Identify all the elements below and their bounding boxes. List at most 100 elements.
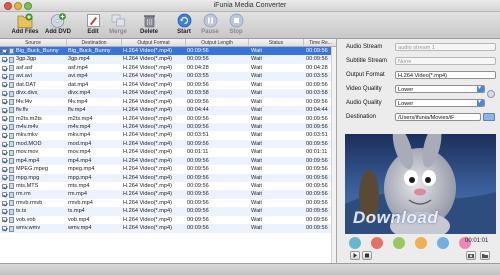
row-checkbox[interactable] xyxy=(2,99,7,105)
delete-button[interactable]: Delete xyxy=(137,13,161,38)
cell-output-format: H.264 Video(*.mp4) xyxy=(123,81,173,88)
table-scrollbar[interactable] xyxy=(331,47,336,263)
add-dvd-button[interactable]: Add DVD xyxy=(43,13,73,38)
table-row[interactable]: mod.MOD mod.mp4 H.264 Video(*.mp4) 00:09:56… xyxy=(0,139,336,149)
add-files-button[interactable]: Add Files xyxy=(10,13,40,38)
row-checkbox[interactable] xyxy=(2,133,7,139)
cell-source: ts.ts xyxy=(16,208,27,215)
destination-field[interactable]: /Users/ifunia/Movies/iF xyxy=(395,113,481,121)
playback-time: 00:01:01 xyxy=(465,238,489,244)
table-row[interactable]: m4v.m4v m4v.mp4 H.264 Video(*.mp4) 00:09:56… xyxy=(0,122,336,132)
column-header-status[interactable]: Status xyxy=(249,39,304,47)
pause-icon xyxy=(203,13,217,28)
cell-source: flv.flv xyxy=(16,107,29,114)
table-row[interactable]: rm.rm rm.mp4 H.264 Video(*.mp4) 00:09:56 Wai… xyxy=(0,190,336,199)
cell-source: mod.MOD xyxy=(16,140,42,147)
output-format-select[interactable]: H.264 Video(*.mp4) xyxy=(395,71,496,79)
table-row[interactable]: f4v.f4v f4v.mp4 H.264 Video(*.mp4) 00:09:56… xyxy=(0,98,336,106)
row-checkbox[interactable] xyxy=(2,217,7,223)
quality-settings-gear-icon[interactable] xyxy=(487,90,495,98)
pause-button[interactable]: Pause xyxy=(200,13,220,38)
cell-source: wmv.wmv xyxy=(16,225,41,232)
row-checkbox[interactable] xyxy=(2,192,7,198)
row-checkbox[interactable] xyxy=(2,175,7,181)
table-row[interactable]: asf.asf asf.mp4 H.264 Video(*.mp4) 00:04:28… xyxy=(0,64,336,72)
cell-source: vob.vob xyxy=(16,216,36,223)
row-checkbox[interactable] xyxy=(2,124,7,130)
cell-source: mov.mov xyxy=(16,149,39,156)
play-button[interactable] xyxy=(350,251,360,260)
cell-output-format: H.264 Video(*.mp4) xyxy=(123,199,173,206)
cell-status: Wait xyxy=(251,64,262,71)
row-checkbox[interactable] xyxy=(2,158,7,164)
cell-output-format: H.264 Video(*.mp4) xyxy=(123,64,173,71)
column-header-destination[interactable]: Destination xyxy=(67,39,122,47)
row-checkbox[interactable] xyxy=(2,183,7,189)
video-file-icon xyxy=(9,158,14,165)
audio-quality-select[interactable]: Lower xyxy=(395,98,485,107)
table-row[interactable]: dat.DAT dat.mp4 H.264 Video(*.mp4) 00:09:56… xyxy=(0,81,336,89)
folder-icon[interactable] xyxy=(483,113,495,121)
audio-stream-select[interactable]: audio stream 1 xyxy=(395,43,496,51)
row-checkbox[interactable] xyxy=(2,141,7,147)
table-row[interactable]: Big_Buck_Bunny Big_Buck_Bunny H.264 Video(… xyxy=(0,47,336,56)
row-checkbox[interactable] xyxy=(2,90,7,96)
table-row[interactable]: MPEG.mpeg mpeg.mp4 H.264 Video(*.mp4) 00:09… xyxy=(0,165,336,173)
cell-source: dat.DAT xyxy=(16,81,37,88)
column-header-output-length[interactable]: Output Length xyxy=(186,39,249,47)
cell-output-format: H.264 Video(*.mp4) xyxy=(123,90,173,97)
cell-output-length: 00:04:28 xyxy=(187,64,209,71)
row-checkbox[interactable] xyxy=(2,107,7,113)
table-row[interactable]: wmv.wmv wmv.mp4 H.264 Video(*.mp4) 00:09:56… xyxy=(0,224,336,233)
table-row[interactable]: mp4.mp4 mp4.mp4 H.264 Video(*.mp4) 00:09:56… xyxy=(0,156,336,166)
stop-preview-button[interactable] xyxy=(362,251,372,260)
table-row[interactable]: rmvb.rmvb rmvb.mp4 H.264 Video(*.mp4) 00:09… xyxy=(0,199,336,207)
column-header-source[interactable]: Source xyxy=(0,39,67,47)
cell-output-length: 00:09:56 xyxy=(187,183,209,189)
table-row[interactable]: 3gp.3gp 3gp.mp4 H.264 Video(*.mp4) 00:09:56… xyxy=(0,55,336,64)
row-checkbox[interactable] xyxy=(2,225,7,231)
cell-source: avi.avi xyxy=(16,73,32,80)
table-row[interactable]: m2ts.m2ts m2ts.mp4 H.264 Video(*.mp4) 00:09… xyxy=(0,115,336,123)
column-header-time-remaining[interactable]: Time Re... xyxy=(304,39,336,47)
cell-status: Wait xyxy=(251,73,262,80)
edit-button[interactable]: Edit xyxy=(83,13,103,38)
row-checkbox[interactable] xyxy=(2,48,7,54)
table-row[interactable]: avi.avi avi.mp4 H.264 Video(*.mp4) 00:03:55… xyxy=(0,72,336,81)
table-row[interactable]: divx.divx divx.mp4 H.264 Video(*.mp4) 00:03… xyxy=(0,89,336,98)
row-checkbox[interactable] xyxy=(2,116,7,122)
table-row[interactable]: mpg.mpg mpg.mp4 H.264 Video(*.mp4) 00:09:56… xyxy=(0,173,336,182)
table-row[interactable]: mts.MTS mts.mp4 H.264 Video(*.mp4) 00:09:56… xyxy=(0,182,336,190)
cell-status: Wait xyxy=(251,107,262,114)
row-checkbox[interactable] xyxy=(2,166,7,172)
merge-button[interactable]: Merge xyxy=(107,13,129,38)
table-row[interactable]: mkv.mkv mkv.mp4 H.264 Video(*.mp4) 00:03:51… xyxy=(0,131,336,139)
row-checkbox[interactable] xyxy=(2,200,7,206)
subtitle-stream-select[interactable]: None xyxy=(395,57,496,65)
table-row[interactable]: flv.flv flv.mp4 H.264 Video(*.mp4) 00:04:44… xyxy=(0,106,336,115)
table-row[interactable]: vob.vob vob.mp4 H.264 Video(*.mp4) 00:09:56… xyxy=(0,216,336,224)
row-checkbox[interactable] xyxy=(2,149,7,155)
row-checkbox[interactable] xyxy=(2,209,7,214)
cell-output-format: H.264 Video(*.mp4) xyxy=(123,73,173,80)
audio-stream-label: Audio Stream xyxy=(346,44,383,50)
cell-output-length: 00:09:56 xyxy=(187,225,209,232)
row-checkbox[interactable] xyxy=(2,74,7,79)
cell-output-format: H.264 Video(*.mp4) xyxy=(123,123,173,130)
video-quality-label: Video Quality xyxy=(346,86,382,92)
open-folder-button[interactable] xyxy=(480,251,490,260)
cell-output-length: 00:03:51 xyxy=(187,132,209,139)
dot-orange xyxy=(415,237,427,249)
row-checkbox[interactable] xyxy=(2,65,7,71)
start-button[interactable]: Start xyxy=(174,13,194,38)
column-header-output-format[interactable]: Output Format xyxy=(122,39,186,47)
row-checkbox[interactable] xyxy=(2,57,7,63)
video-quality-select[interactable]: Lower xyxy=(395,84,485,93)
stop-button[interactable]: Stop xyxy=(226,13,246,38)
row-checkbox[interactable] xyxy=(2,82,7,88)
table-header: Source Destination Output Format Output … xyxy=(0,39,336,47)
cell-output-format: H.264 Video(*.mp4) xyxy=(123,208,173,215)
table-row[interactable]: mov.mov mov.mp4 H.264 Video(*.mp4) 00:01:11… xyxy=(0,148,336,156)
snapshot-button[interactable] xyxy=(466,251,476,260)
table-row[interactable]: ts.ts ts.mp4 H.264 Video(*.mp4) 00:09:56 Wai… xyxy=(0,207,336,216)
